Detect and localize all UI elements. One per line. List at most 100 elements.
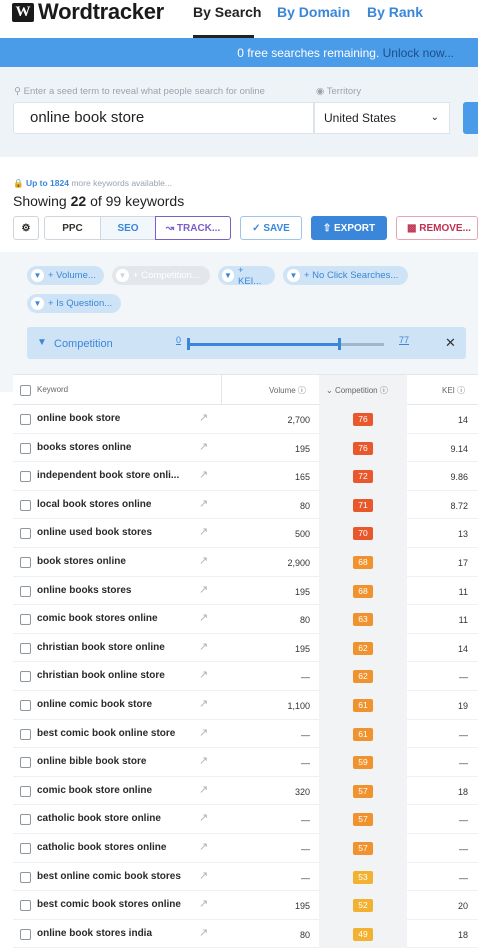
track-button[interactable]: ↝ TRACK... bbox=[155, 216, 231, 240]
external-link-icon[interactable]: ↗ bbox=[199, 468, 208, 481]
volume-cell: 165 bbox=[294, 472, 310, 483]
row-checkbox[interactable] bbox=[20, 843, 31, 854]
row-checkbox[interactable] bbox=[20, 785, 31, 797]
unlock-link[interactable]: Unlock now... bbox=[383, 46, 454, 60]
table-row[interactable]: local book stores online ↗ 80 71 8.72 bbox=[13, 490, 478, 520]
col-keyword[interactable]: Keyword bbox=[37, 385, 68, 394]
seo-toggle[interactable]: SEO bbox=[100, 216, 156, 240]
competition-min[interactable]: 0 bbox=[176, 335, 181, 345]
external-link-icon[interactable]: ↗ bbox=[199, 726, 208, 739]
competition-badge: 53 bbox=[353, 870, 373, 884]
logo[interactable]: W Wordtracker bbox=[12, 0, 164, 24]
filter-chip-competition[interactable]: ▼ + Competition... bbox=[112, 266, 210, 285]
competition-slider-min-handle[interactable] bbox=[187, 338, 190, 350]
external-link-icon[interactable]: ↗ bbox=[199, 869, 208, 882]
save-button[interactable]: ✓ SAVE bbox=[240, 216, 302, 240]
col-kei[interactable]: KEI ⓘ bbox=[442, 385, 465, 396]
filter-icon: ▼ bbox=[31, 269, 44, 282]
export-button[interactable]: ⇧ EXPORT bbox=[311, 216, 387, 240]
external-link-icon[interactable]: ↗ bbox=[199, 611, 208, 624]
tab-by-search[interactable]: By Search bbox=[193, 4, 261, 20]
keyword-cell: christian book online store bbox=[37, 670, 165, 682]
row-checkbox[interactable] bbox=[20, 585, 31, 597]
table-row[interactable]: christian book online store ↗ — 62 — bbox=[13, 662, 478, 691]
table-row[interactable]: independent book store onli... ↗ 165 72 9.86 bbox=[13, 462, 478, 491]
remove-button[interactable]: ▩ REMOVE... bbox=[396, 216, 478, 240]
filter-chip-kei[interactable]: ▼ + KEI... bbox=[218, 265, 275, 287]
external-link-icon[interactable]: ↗ bbox=[199, 811, 208, 824]
external-link-icon[interactable]: ↗ bbox=[199, 640, 208, 653]
settings-button[interactable]: ⚙ bbox=[13, 216, 39, 240]
row-checkbox[interactable] bbox=[20, 900, 31, 912]
row-checkbox[interactable] bbox=[20, 557, 31, 568]
row-checkbox[interactable] bbox=[20, 528, 31, 540]
table-row[interactable]: best comic book stores online ↗ 195 52 20 bbox=[13, 891, 478, 920]
external-link-icon[interactable]: ↗ bbox=[199, 754, 208, 767]
external-link-icon[interactable]: ↗ bbox=[199, 411, 208, 424]
row-checkbox[interactable] bbox=[20, 642, 31, 654]
row-checkbox[interactable] bbox=[20, 471, 31, 483]
table-row[interactable]: comic book stores online ↗ 80 63 11 bbox=[13, 605, 478, 634]
filter-chip-volume[interactable]: ▼ + Volume... bbox=[27, 266, 104, 285]
table-row[interactable]: best comic book online store ↗ — 61 — bbox=[13, 719, 478, 749]
row-checkbox[interactable] bbox=[20, 614, 31, 626]
row-checkbox[interactable] bbox=[20, 728, 31, 740]
search-button[interactable] bbox=[463, 102, 478, 134]
table-row[interactable]: book stores online ↗ 2,900 68 17 bbox=[13, 548, 478, 577]
external-link-icon[interactable]: ↗ bbox=[199, 697, 208, 710]
table-row[interactable]: comic book store online ↗ 320 57 18 bbox=[13, 776, 478, 806]
kei-cell: 9.86 bbox=[450, 472, 468, 483]
table-row[interactable]: catholic book store online ↗ — 57 — bbox=[13, 805, 478, 834]
keyword-cell: online book store bbox=[37, 413, 121, 424]
external-link-icon[interactable]: ↗ bbox=[199, 497, 208, 510]
row-checkbox[interactable] bbox=[20, 757, 31, 769]
table-row[interactable]: best online comic book stores ↗ — 53 — bbox=[13, 862, 478, 892]
external-link-icon[interactable]: ↗ bbox=[199, 583, 208, 596]
table-row[interactable]: online bible book store ↗ — 59 — bbox=[13, 748, 478, 777]
row-checkbox[interactable] bbox=[20, 414, 31, 425]
external-link-icon[interactable]: ↗ bbox=[199, 554, 208, 567]
external-link-icon[interactable]: ↗ bbox=[199, 840, 208, 853]
close-icon[interactable]: ✕ bbox=[445, 335, 456, 351]
row-checkbox[interactable] bbox=[20, 871, 31, 883]
table-row[interactable]: online used book stores ↗ 500 70 13 bbox=[13, 519, 478, 548]
tab-by-domain[interactable]: By Domain bbox=[277, 4, 350, 20]
external-link-icon[interactable]: ↗ bbox=[199, 440, 208, 453]
row-checkbox[interactable] bbox=[20, 499, 31, 511]
ppc-toggle[interactable]: PPC bbox=[44, 216, 101, 240]
row-checkbox[interactable] bbox=[20, 814, 31, 826]
competition-max[interactable]: 77 bbox=[399, 335, 409, 345]
competition-badge: 52 bbox=[353, 899, 373, 913]
row-checkbox[interactable] bbox=[20, 442, 31, 454]
table-row[interactable]: online book store ↗ 2,700 76 14 bbox=[13, 405, 478, 434]
free-searches-banner: 0 free searches remaining. Unlock now... bbox=[0, 38, 478, 67]
search-input[interactable]: online book store bbox=[13, 102, 314, 134]
table-row[interactable]: online books stores ↗ 195 68 11 bbox=[13, 576, 478, 606]
table-row[interactable]: online comic book store ↗ 1,100 61 19 bbox=[13, 691, 478, 720]
external-link-icon[interactable]: ↗ bbox=[199, 783, 208, 796]
col-volume[interactable]: Volume ⓘ bbox=[269, 385, 306, 396]
tab-by-rank[interactable]: By Rank bbox=[367, 4, 423, 20]
competition-slider-max-handle[interactable] bbox=[338, 338, 341, 350]
kei-cell: — bbox=[459, 815, 468, 826]
row-checkbox[interactable] bbox=[20, 700, 31, 711]
search-icon: ⚲ bbox=[14, 86, 21, 97]
filter-chip-is-question[interactable]: ▼ + Is Question... bbox=[27, 294, 121, 313]
kei-cell: 14 bbox=[457, 415, 468, 425]
external-link-icon[interactable]: ↗ bbox=[199, 926, 208, 939]
external-link-icon[interactable]: ↗ bbox=[199, 668, 208, 681]
table-row[interactable]: christian book store online ↗ 195 62 14 bbox=[13, 633, 478, 663]
table-row[interactable]: online book stores india ↗ 80 49 18 bbox=[13, 919, 478, 949]
table-row[interactable]: catholic book stores online ↗ — 57 — bbox=[13, 834, 478, 863]
row-checkbox[interactable] bbox=[20, 671, 31, 683]
col-competition[interactable]: ⌄ Competition ⓘ bbox=[326, 385, 388, 396]
table-row[interactable]: books stores online ↗ 195 76 9.14 bbox=[13, 433, 478, 463]
territory-select[interactable]: United States ⌄ bbox=[314, 102, 450, 134]
volume-cell: 2,700 bbox=[287, 415, 310, 425]
row-checkbox[interactable] bbox=[20, 928, 31, 940]
filter-chip-no-click[interactable]: ▼ + No Click Searches... bbox=[283, 266, 408, 285]
select-all-checkbox[interactable] bbox=[20, 385, 31, 396]
filter-icon: ▼ bbox=[287, 269, 300, 282]
external-link-icon[interactable]: ↗ bbox=[199, 897, 208, 910]
external-link-icon[interactable]: ↗ bbox=[199, 525, 208, 538]
